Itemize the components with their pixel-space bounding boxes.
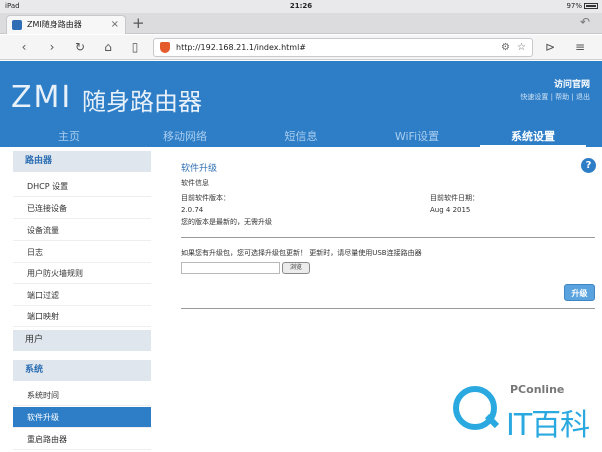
close-tab-icon[interactable]: ×	[111, 16, 119, 34]
upgrade-hint: 如果您有升级包，您可选择升级包更新！ 更新时，请尽量使用USB连接路由器	[181, 249, 422, 257]
home-icon[interactable]: ⌂	[100, 39, 116, 55]
sidebar: 路由器 DHCP 设置 已连接设备 设备流量 日志 用户防火墙规则 端口过滤 端…	[13, 151, 151, 452]
version-value: 2.0.74	[181, 206, 204, 214]
main-nav: 主页 移动网络 短信息 WiFi设置 系统设置	[0, 127, 602, 147]
router-header: ZMI 随身路由器 访问官网 快速设置 | 帮助 | 退出 主页 移动网络 短信…	[0, 61, 602, 147]
nav-home[interactable]: 主页	[16, 127, 122, 147]
reload-icon[interactable]: ↻	[72, 39, 88, 55]
undo-icon[interactable]: ↶	[580, 15, 590, 29]
watermark-logo-icon	[453, 386, 497, 430]
battery-percent: 97%	[566, 2, 582, 10]
sidebar-section-router[interactable]: 路由器	[13, 151, 151, 172]
logo-subtitle: 随身路由器	[82, 88, 202, 116]
sidebar-item-dhcp[interactable]: DHCP 设置	[13, 176, 151, 197]
bookmarks-icon[interactable]: ▯	[127, 39, 143, 55]
quick-links[interactable]: 快速设置 | 帮助 | 退出	[520, 92, 590, 102]
sidebar-section-user[interactable]: 用户	[13, 330, 151, 351]
file-path-input[interactable]	[181, 262, 280, 274]
date-value: Aug 4 2015	[430, 206, 471, 214]
watermark-brand: PConline	[510, 383, 565, 396]
visit-site-link[interactable]: 访问官网	[554, 77, 590, 90]
url-text[interactable]: http://192.168.21.1/index.html#	[176, 39, 306, 56]
menu-icon[interactable]: ≡	[572, 39, 588, 55]
address-bar[interactable]: http://192.168.21.1/index.html# ⚙ ☆	[153, 38, 533, 57]
back-icon[interactable]: ‹	[16, 39, 32, 55]
battery-status: 97%	[566, 0, 598, 13]
browser-tab[interactable]: ZMI随身路由器 ×	[6, 15, 126, 34]
divider	[181, 308, 595, 309]
favicon-icon	[12, 20, 22, 30]
sidebar-item-port-mapping[interactable]: 端口映射	[13, 306, 151, 327]
play-icon[interactable]: ⊳	[542, 39, 558, 55]
sidebar-item-log[interactable]: 日志	[13, 242, 151, 263]
sidebar-item-software-upgrade[interactable]: 软件升级	[13, 407, 151, 428]
sidebar-item-system-time[interactable]: 系统时间	[13, 385, 151, 406]
sidebar-item-port-filter[interactable]: 端口过滤	[13, 285, 151, 306]
help-icon[interactable]: ?	[581, 158, 596, 173]
status-bar: iPad 21:26 97%	[0, 0, 602, 13]
new-tab-button[interactable]: +	[132, 15, 145, 32]
browse-button[interactable]: 浏览	[282, 262, 310, 274]
tab-strip: ZMI随身路由器 × + ↶	[0, 13, 602, 34]
sidebar-item-firewall[interactable]: 用户防火墙规则	[13, 263, 151, 284]
star-icon[interactable]: ☆	[517, 40, 526, 56]
upgrade-button[interactable]: 升级	[564, 284, 595, 301]
forward-icon[interactable]: ›	[44, 39, 60, 55]
browser-toolbar: ‹ › ↻ ⌂ ▯ http://192.168.21.1/index.html…	[0, 35, 602, 60]
divider	[181, 237, 595, 238]
current-date-label: 目前软件日期：	[430, 194, 479, 202]
watermark-title: IT百科	[506, 408, 590, 443]
sidebar-item-connected-devices[interactable]: 已连接设备	[13, 198, 151, 219]
sidebar-item-reboot[interactable]: 重启路由器	[13, 429, 151, 450]
logo-text: ZMI	[11, 80, 73, 115]
sidebar-section-system[interactable]: 系统	[13, 360, 151, 381]
current-version-label: 目前软件版本：	[181, 194, 230, 202]
shield-icon[interactable]	[160, 42, 170, 53]
nav-mobile-network[interactable]: 移动网络	[132, 127, 238, 147]
nav-system-settings[interactable]: 系统设置	[480, 127, 586, 147]
sidebar-item-traffic[interactable]: 设备流量	[13, 220, 151, 241]
clock: 21:26	[289, 2, 313, 10]
nav-wifi-settings[interactable]: WiFi设置	[364, 127, 470, 147]
nav-sms[interactable]: 短信息	[248, 127, 354, 147]
settings-icon[interactable]: ⚙	[501, 40, 510, 56]
tab-title: ZMI随身路由器	[27, 20, 82, 29]
info-heading: 软件信息	[181, 179, 209, 187]
latest-note: 您的版本是最新的，无需升级	[181, 218, 272, 226]
page-title: 软件升级	[181, 164, 218, 174]
battery-icon	[584, 3, 598, 9]
